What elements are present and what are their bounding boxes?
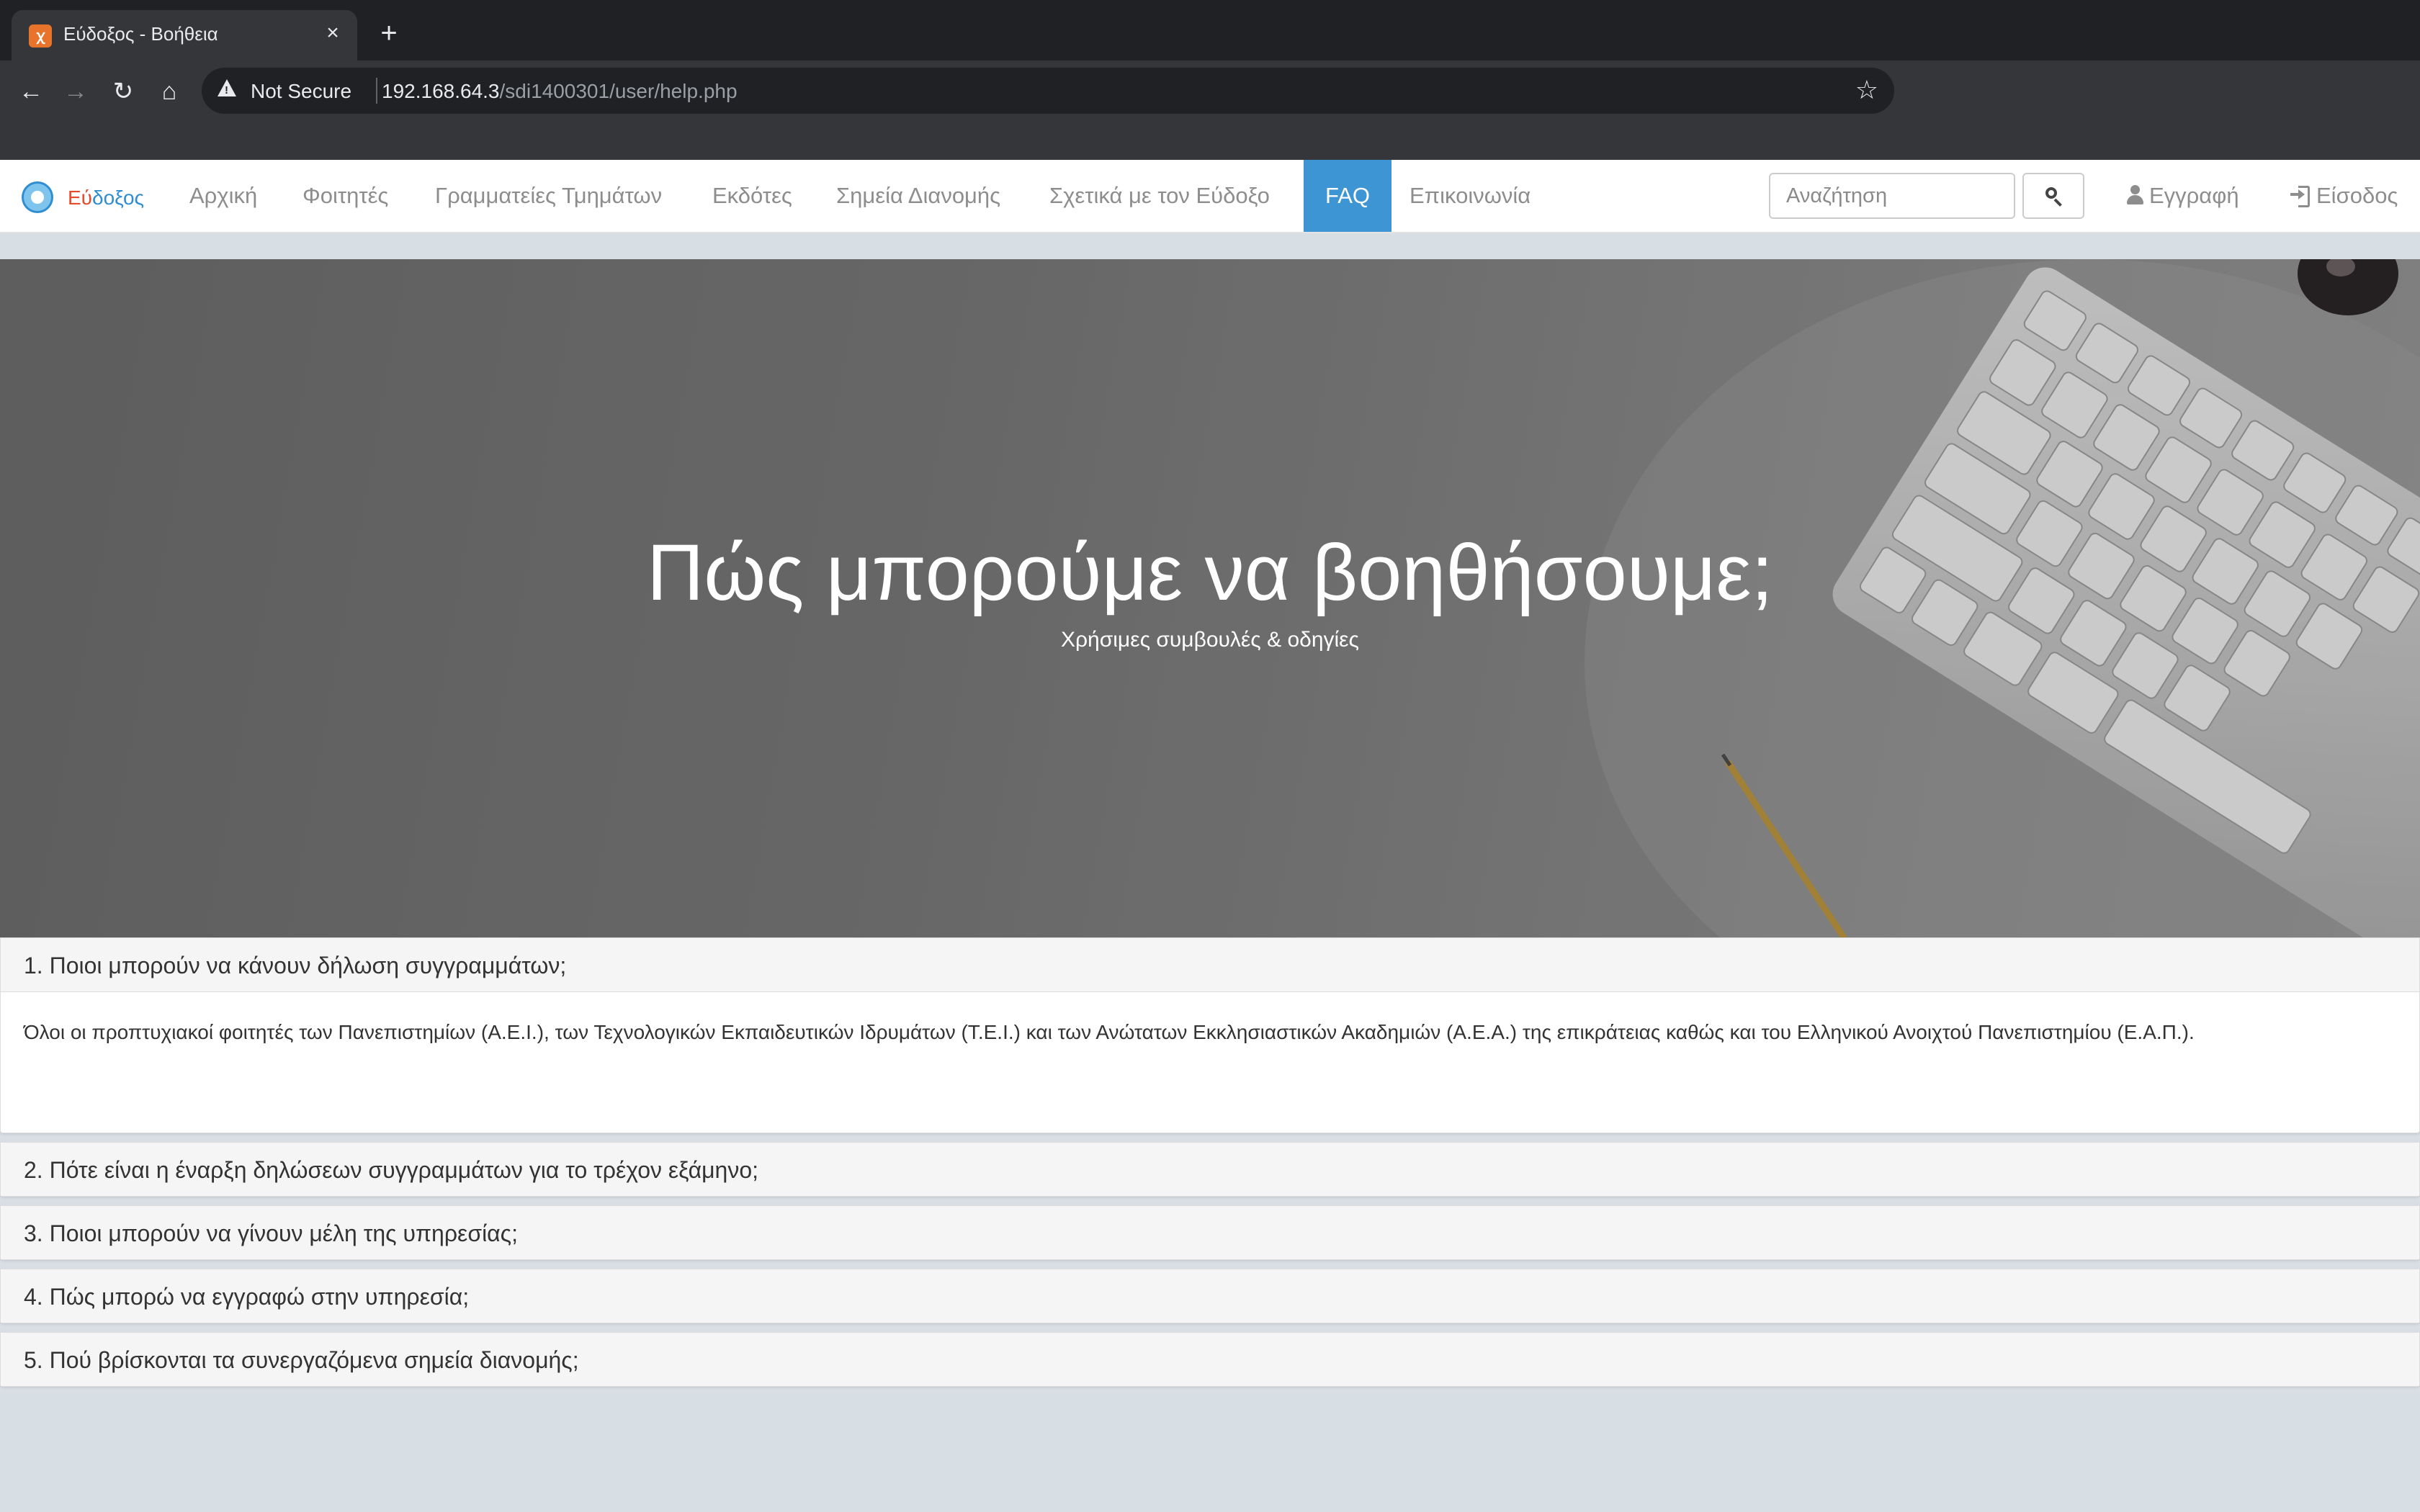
nav-contact[interactable]: Επικοινωνία	[1410, 160, 1531, 232]
hero-banner: Πώς μπορούμε να βοηθήσουμε; Χρήσιμες συμ…	[0, 259, 2420, 937]
forward-arrow-icon[interactable]: →	[58, 73, 94, 109]
nav-faq[interactable]: FAQ	[1304, 160, 1392, 232]
faq-item-1: 1. Ποιοι μπορούν να κάνουν δήλωση συγγρα…	[0, 937, 2420, 1133]
faq-question-5-header[interactable]: 5. Πού βρίσκονται τα συνεργαζόμενα σημεί…	[1, 1333, 2419, 1386]
security-indicator[interactable]: Not Secure	[251, 80, 351, 103]
address-bar[interactable]: ! Not Secure 192.168.64.3/sdi1400301/use…	[202, 68, 1894, 114]
reload-icon[interactable]: ↻	[105, 73, 141, 109]
faq-item-4[interactable]: 4. Πώς μπορώ να εγγραφώ στην υπηρεσία;	[0, 1269, 2420, 1323]
new-tab-icon[interactable]: +	[375, 19, 403, 48]
browser-tab[interactable]: ꭓ Εύδοξος - Βοήθεια ×	[12, 10, 357, 60]
browser-toolbar: ← → ↻ ⌂ ! Not Secure 192.168.64.3/sdi140…	[0, 60, 2420, 160]
bookmark-star-icon[interactable]: ☆	[1855, 75, 1878, 105]
faq-item-2[interactable]: 2. Πότε είναι η έναρξη δηλώσεων συγγραμμ…	[0, 1142, 2420, 1197]
home-icon[interactable]: ⌂	[151, 73, 187, 109]
faq-question-3-header[interactable]: 3. Ποιοι μπορούν να γίνουν μέλη της υπηρ…	[1, 1206, 2419, 1259]
faq-question-4-header[interactable]: 4. Πώς μπορώ να εγγραφώ στην υπηρεσία;	[1, 1269, 2419, 1323]
nav-home[interactable]: Αρχική	[189, 160, 257, 232]
login-icon	[2290, 185, 2311, 207]
back-arrow-icon[interactable]: ←	[13, 73, 49, 109]
register-link[interactable]: Εγγραφή	[2126, 160, 2239, 232]
tab-title: Εύδοξος - Βοήθεια	[63, 23, 218, 45]
hero-subtitle: Χρήσιμες συμβουλές & οδηγίες	[1060, 628, 1360, 652]
faq-question-3[interactable]: 3. Ποιοι μπορούν να γίνουν μέλη της υπηρ…	[24, 1220, 518, 1247]
register-label: Εγγραφή	[2149, 183, 2239, 208]
search-button[interactable]	[2022, 173, 2084, 219]
nav-publishers[interactable]: Εκδότες	[712, 160, 792, 232]
xampp-favicon-icon: ꭓ	[29, 24, 52, 48]
user-icon	[2126, 185, 2143, 205]
faq-question-4[interactable]: 4. Πώς μπορώ να εγγραφώ στην υπηρεσία;	[24, 1284, 469, 1310]
eudoxus-logo-icon	[22, 181, 53, 213]
search-input[interactable]	[1769, 173, 2015, 219]
nav-distribution-points[interactable]: Σημεία Διανομής	[836, 160, 1000, 232]
hero-title: Πώς μπορούμε να βοηθήσουμε;	[646, 528, 1773, 617]
address-divider	[376, 78, 377, 104]
login-label: Είσοδος	[2316, 183, 2398, 208]
faq-question-2-header[interactable]: 2. Πότε είναι η έναρξη δηλώσεων συγγραμμ…	[1, 1143, 2419, 1196]
brand-name: Εύδοξος	[68, 186, 145, 209]
nav-students[interactable]: Φοιτητές	[302, 160, 388, 232]
faq-question-5[interactable]: 5. Πού βρίσκονται τα συνεργαζόμενα σημεί…	[24, 1347, 579, 1374]
nav-about[interactable]: Σχετικά με τον Εύδοξο	[1049, 160, 1270, 232]
nav-department-secretariats[interactable]: Γραμματείες Τμημάτων	[435, 160, 662, 232]
faq-item-3[interactable]: 3. Ποιοι μπορούν να γίνουν μέλη της υπηρ…	[0, 1205, 2420, 1260]
faq-question-1[interactable]: 1. Ποιοι μπορούν να κάνουν δήλωση συγγρα…	[24, 953, 566, 979]
browser-tab-strip: ꭓ Εύδοξος - Βοήθεια × +	[0, 0, 2420, 60]
faq-question-1-header[interactable]: 1. Ποιοι μπορούν να κάνουν δήλωση συγγρα…	[1, 938, 2419, 992]
faq-item-5[interactable]: 5. Πού βρίσκονται τα συνεργαζόμενα σημεί…	[0, 1332, 2420, 1387]
faq-answer-1: Όλοι οι προπτυχιακοί φοιτητές των Πανεπι…	[24, 1021, 2195, 1043]
url-text[interactable]: 192.168.64.3/sdi1400301/user/help.php	[382, 80, 738, 103]
faq-question-2[interactable]: 2. Πότε είναι η έναρξη δηλώσεων συγγραμμ…	[24, 1157, 758, 1184]
search-icon	[2045, 187, 2057, 199]
login-link[interactable]: Είσοδος	[2290, 160, 2398, 232]
site-navbar: Εύδοξος Αρχική Φοιτητές Γραμματείες Τμημ…	[0, 160, 2420, 233]
close-tab-icon[interactable]: ×	[320, 20, 346, 46]
